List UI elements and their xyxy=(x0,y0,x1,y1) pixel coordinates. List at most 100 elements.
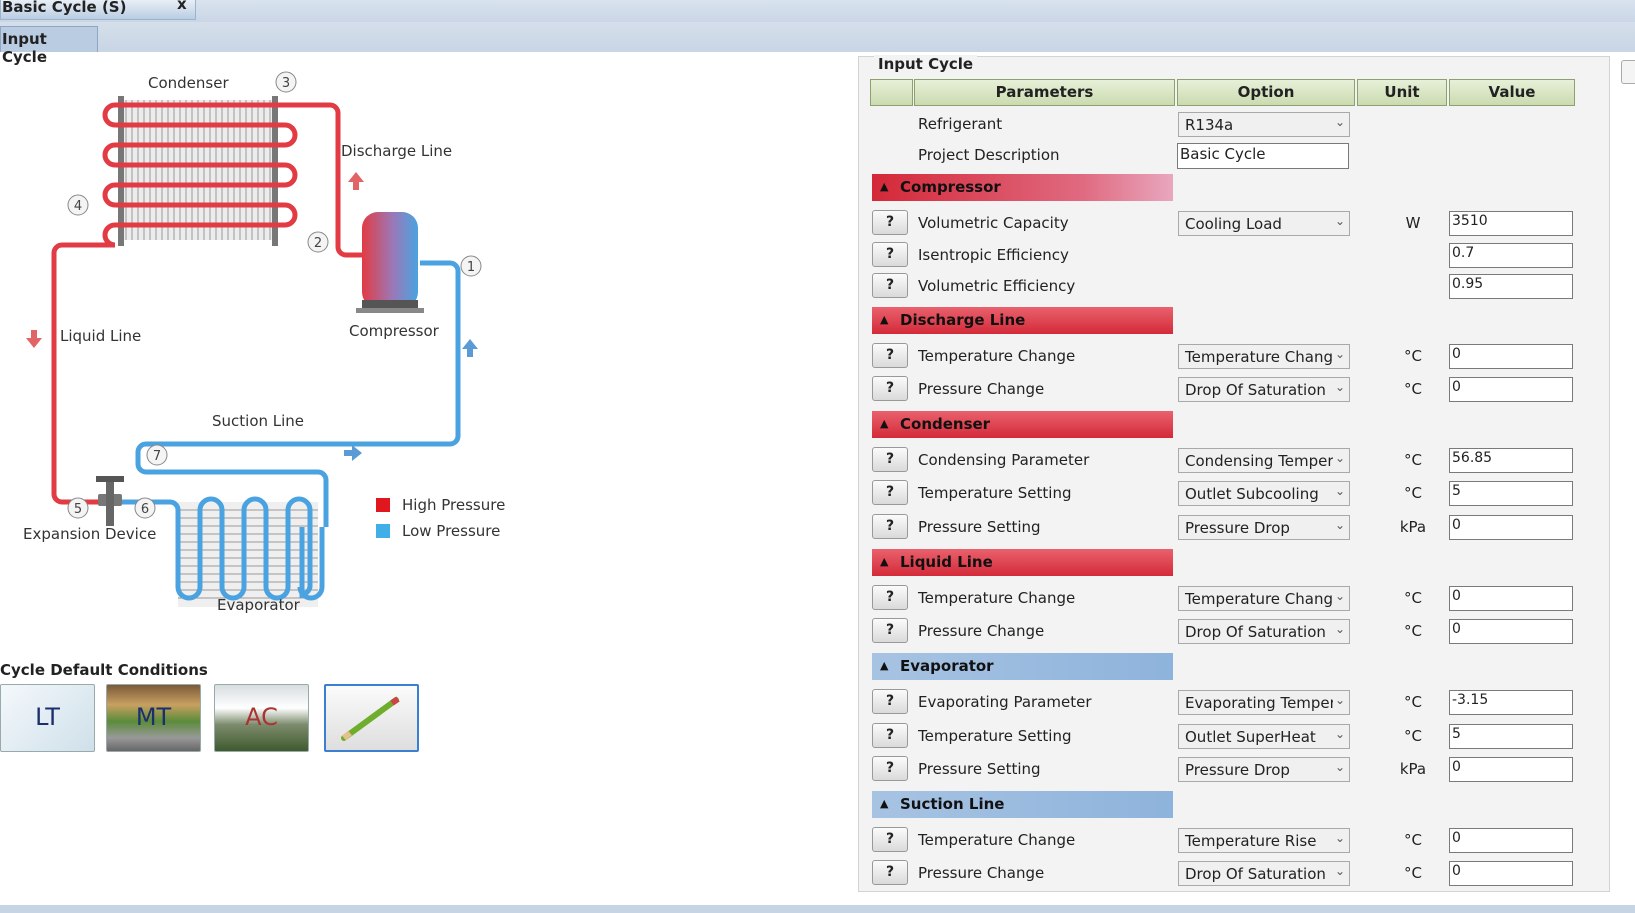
table-row: ? Condensing Parameter Condensing Temper… xyxy=(872,445,1573,475)
condenser-coil xyxy=(102,96,300,248)
value-input[interactable]: 56.85 xyxy=(1449,448,1573,473)
chevron-down-icon: ⌄ xyxy=(1332,622,1345,636)
help-button[interactable]: ? xyxy=(872,756,908,781)
value-input[interactable]: 0.95 xyxy=(1449,274,1573,299)
panel-title: Input Cycle xyxy=(874,55,978,73)
value-input[interactable]: 0 xyxy=(1449,344,1573,369)
param-unit: °C xyxy=(1404,380,1422,398)
help-button[interactable]: ? xyxy=(872,585,908,610)
value-input[interactable]: 0 xyxy=(1449,586,1573,611)
mt-preset-button[interactable]: MT xyxy=(106,684,201,752)
value-input[interactable]: 5 xyxy=(1449,724,1573,749)
table-row: ? Evaporating Parameter Evaporating Temp… xyxy=(872,687,1573,717)
help-button[interactable]: ? xyxy=(872,273,908,298)
help-button[interactable]: ? xyxy=(872,689,908,714)
value-input[interactable]: 0 xyxy=(1449,828,1573,853)
option-select[interactable]: Condensing Temper ⌄ xyxy=(1178,448,1350,473)
option-select[interactable]: Temperature Chang ⌄ xyxy=(1178,344,1350,369)
value-input[interactable]: 5 xyxy=(1449,481,1573,506)
market-icon: MT xyxy=(135,703,172,731)
help-button[interactable]: ? xyxy=(872,242,908,267)
value-input[interactable]: 0 xyxy=(1449,619,1573,644)
point-6: 6 xyxy=(141,502,149,517)
sub-tab-bar xyxy=(0,22,1635,52)
value-input[interactable]: -3.15 xyxy=(1449,690,1573,715)
param-name: Pressure Setting xyxy=(918,518,1041,536)
table-row: ? Pressure Setting Pressure Drop ⌄ kPa 0 xyxy=(872,512,1573,542)
value-input[interactable]: 0 xyxy=(1449,861,1573,886)
param-unit: °C xyxy=(1404,622,1422,640)
help-button[interactable]: ? xyxy=(872,618,908,643)
scrollbar-handle[interactable] xyxy=(1621,60,1635,84)
help-button[interactable]: ? xyxy=(872,210,908,235)
table-row: ? Volumetric Capacity Cooling Load ⌄ W 35… xyxy=(872,208,1573,238)
option-select[interactable]: Outlet Subcooling ⌄ xyxy=(1178,481,1350,506)
chevron-down-icon: ⌄ xyxy=(1332,380,1345,394)
project-description-input[interactable]: Basic Cycle xyxy=(1177,143,1349,169)
refrigerant-label: Refrigerant xyxy=(918,115,1003,133)
param-name: Condensing Parameter xyxy=(918,451,1090,469)
option-select[interactable]: Pressure Drop ⌄ xyxy=(1178,757,1350,782)
chevron-down-icon: ⌄ xyxy=(1332,518,1345,532)
liquid-pipe xyxy=(51,242,110,505)
refrigerant-row: Refrigerant R134a ⌄ xyxy=(872,109,1572,139)
help-button[interactable]: ? xyxy=(872,514,908,539)
close-icon[interactable]: x xyxy=(177,0,187,12)
option-select[interactable]: Evaporating Temper ⌄ xyxy=(1178,690,1350,715)
section-condenser[interactable]: ▲ Condenser xyxy=(872,411,1173,438)
collapse-icon: ▲ xyxy=(880,180,889,193)
param-name: Temperature Setting xyxy=(918,727,1072,745)
param-name: Temperature Change xyxy=(918,347,1076,365)
refrigerant-select[interactable]: R134a ⌄ xyxy=(1178,112,1350,137)
expansion-device-label: Expansion Device xyxy=(23,525,156,543)
option-select[interactable]: Cooling Load ⌄ xyxy=(1178,211,1350,236)
expansion-valve xyxy=(96,476,124,526)
help-button[interactable]: ? xyxy=(872,827,908,852)
help-button[interactable]: ? xyxy=(872,376,908,401)
help-button[interactable]: ? xyxy=(872,723,908,748)
help-button[interactable]: ? xyxy=(872,343,908,368)
value-input[interactable]: 0 xyxy=(1449,377,1573,402)
param-name: Pressure Change xyxy=(918,380,1045,398)
header-unit: Unit xyxy=(1357,79,1447,106)
option-select[interactable]: Temperature Chang ⌄ xyxy=(1178,586,1350,611)
table-row: ? Temperature Change Temperature Chang ⌄ … xyxy=(872,583,1573,613)
param-name: Volumetric Capacity xyxy=(918,214,1069,232)
option-select[interactable]: Drop Of Saturation ⌄ xyxy=(1178,619,1350,644)
section-suction-line[interactable]: ▲ Suction Line xyxy=(872,791,1173,818)
value-input[interactable]: 3510 xyxy=(1449,211,1573,236)
param-name: Volumetric Efficiency xyxy=(918,277,1076,295)
help-button[interactable]: ? xyxy=(872,860,908,885)
document-tab[interactable]: Basic Cycle (S) x xyxy=(0,0,196,20)
section-evaporator[interactable]: ▲ Evaporator xyxy=(872,653,1173,680)
section-liquid-line[interactable]: ▲ Liquid Line xyxy=(872,549,1173,576)
option-select[interactable]: Pressure Drop ⌄ xyxy=(1178,515,1350,540)
value-input[interactable]: 0 xyxy=(1449,515,1573,540)
suction-line-label: Suction Line xyxy=(212,412,304,430)
param-unit: °C xyxy=(1404,693,1422,711)
table-row: ? Isentropic Efficiency 0.7 xyxy=(872,240,1573,270)
ac-preset-button[interactable]: AC xyxy=(214,684,309,752)
param-unit: °C xyxy=(1404,484,1422,502)
pencil-icon xyxy=(341,696,400,741)
liquid-line-label: Liquid Line xyxy=(60,327,141,345)
evaporator-label: Evaporator xyxy=(217,596,301,614)
value-input[interactable]: 0 xyxy=(1449,757,1573,782)
option-select[interactable]: Temperature Rise ⌄ xyxy=(1178,828,1350,853)
section-compressor[interactable]: ▲ Compressor xyxy=(872,174,1173,201)
help-button[interactable]: ? xyxy=(872,447,908,472)
legend-high-label: High Pressure xyxy=(402,496,505,514)
param-name: Pressure Change xyxy=(918,864,1045,882)
table-row: ? Temperature Setting Outlet SuperHeat ⌄ … xyxy=(872,721,1573,751)
section-discharge-line[interactable]: ▲ Discharge Line xyxy=(872,307,1173,334)
option-select[interactable]: Outlet SuperHeat ⌄ xyxy=(1178,724,1350,749)
value-input[interactable]: 0.7 xyxy=(1449,243,1573,268)
option-select[interactable]: Drop Of Saturation ⌄ xyxy=(1178,377,1350,402)
lt-preset-button[interactable]: LT xyxy=(0,684,95,752)
header-parameters: Parameters xyxy=(914,79,1175,106)
help-button[interactable]: ? xyxy=(872,480,908,505)
project-description-label: Project Description xyxy=(918,146,1060,164)
option-select[interactable]: Drop Of Saturation ⌄ xyxy=(1178,861,1350,886)
custom-preset-button[interactable] xyxy=(324,684,419,752)
tab-input-cycle[interactable]: Input Cycle xyxy=(0,26,98,66)
